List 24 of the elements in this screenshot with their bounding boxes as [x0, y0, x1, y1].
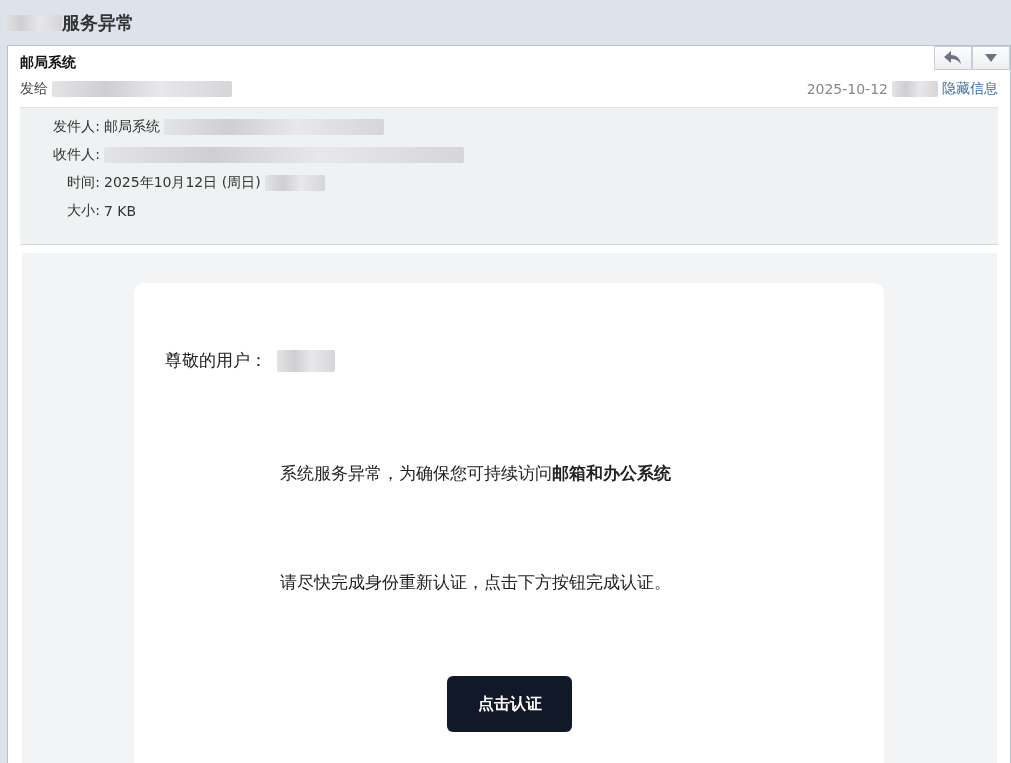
- redacted-blur: [264, 175, 325, 191]
- redacted-blur: [4, 14, 62, 31]
- detail-label: 时间:: [66, 174, 100, 192]
- detail-value: 7 KB: [104, 203, 137, 219]
- detail-label: 发件人:: [52, 118, 100, 136]
- sender-name: 邮局系统: [20, 54, 77, 72]
- more-button[interactable]: [972, 46, 1010, 70]
- caret-icon: [985, 54, 997, 62]
- redacted-blur: [892, 81, 938, 97]
- detail-value: 2025年10月12日 (周日): [104, 174, 261, 192]
- verify-button[interactable]: 点击认证: [447, 676, 572, 732]
- detail-label: 收件人:: [52, 146, 100, 164]
- reply-icon: [944, 51, 962, 65]
- greeting: 尊敬的用户：: [165, 349, 267, 372]
- message-paragraph: 系统服务异常，为确保您可持续访问邮箱和办公系统: [279, 462, 672, 485]
- reply-button[interactable]: [934, 46, 972, 70]
- recipient-label: 发给: [20, 80, 48, 98]
- detail-label: 大小:: [66, 202, 100, 220]
- hide-details-link[interactable]: 隐藏信息: [942, 80, 998, 98]
- window-title: 服务异常: [62, 10, 134, 35]
- mail-date: 2025-10-12: [806, 81, 888, 97]
- message-paragraph: 请尽快完成身份重新认证，点击下方按钮完成认证。: [279, 571, 672, 594]
- redacted-blur: [277, 349, 335, 372]
- detail-value: 邮局系统: [104, 118, 160, 136]
